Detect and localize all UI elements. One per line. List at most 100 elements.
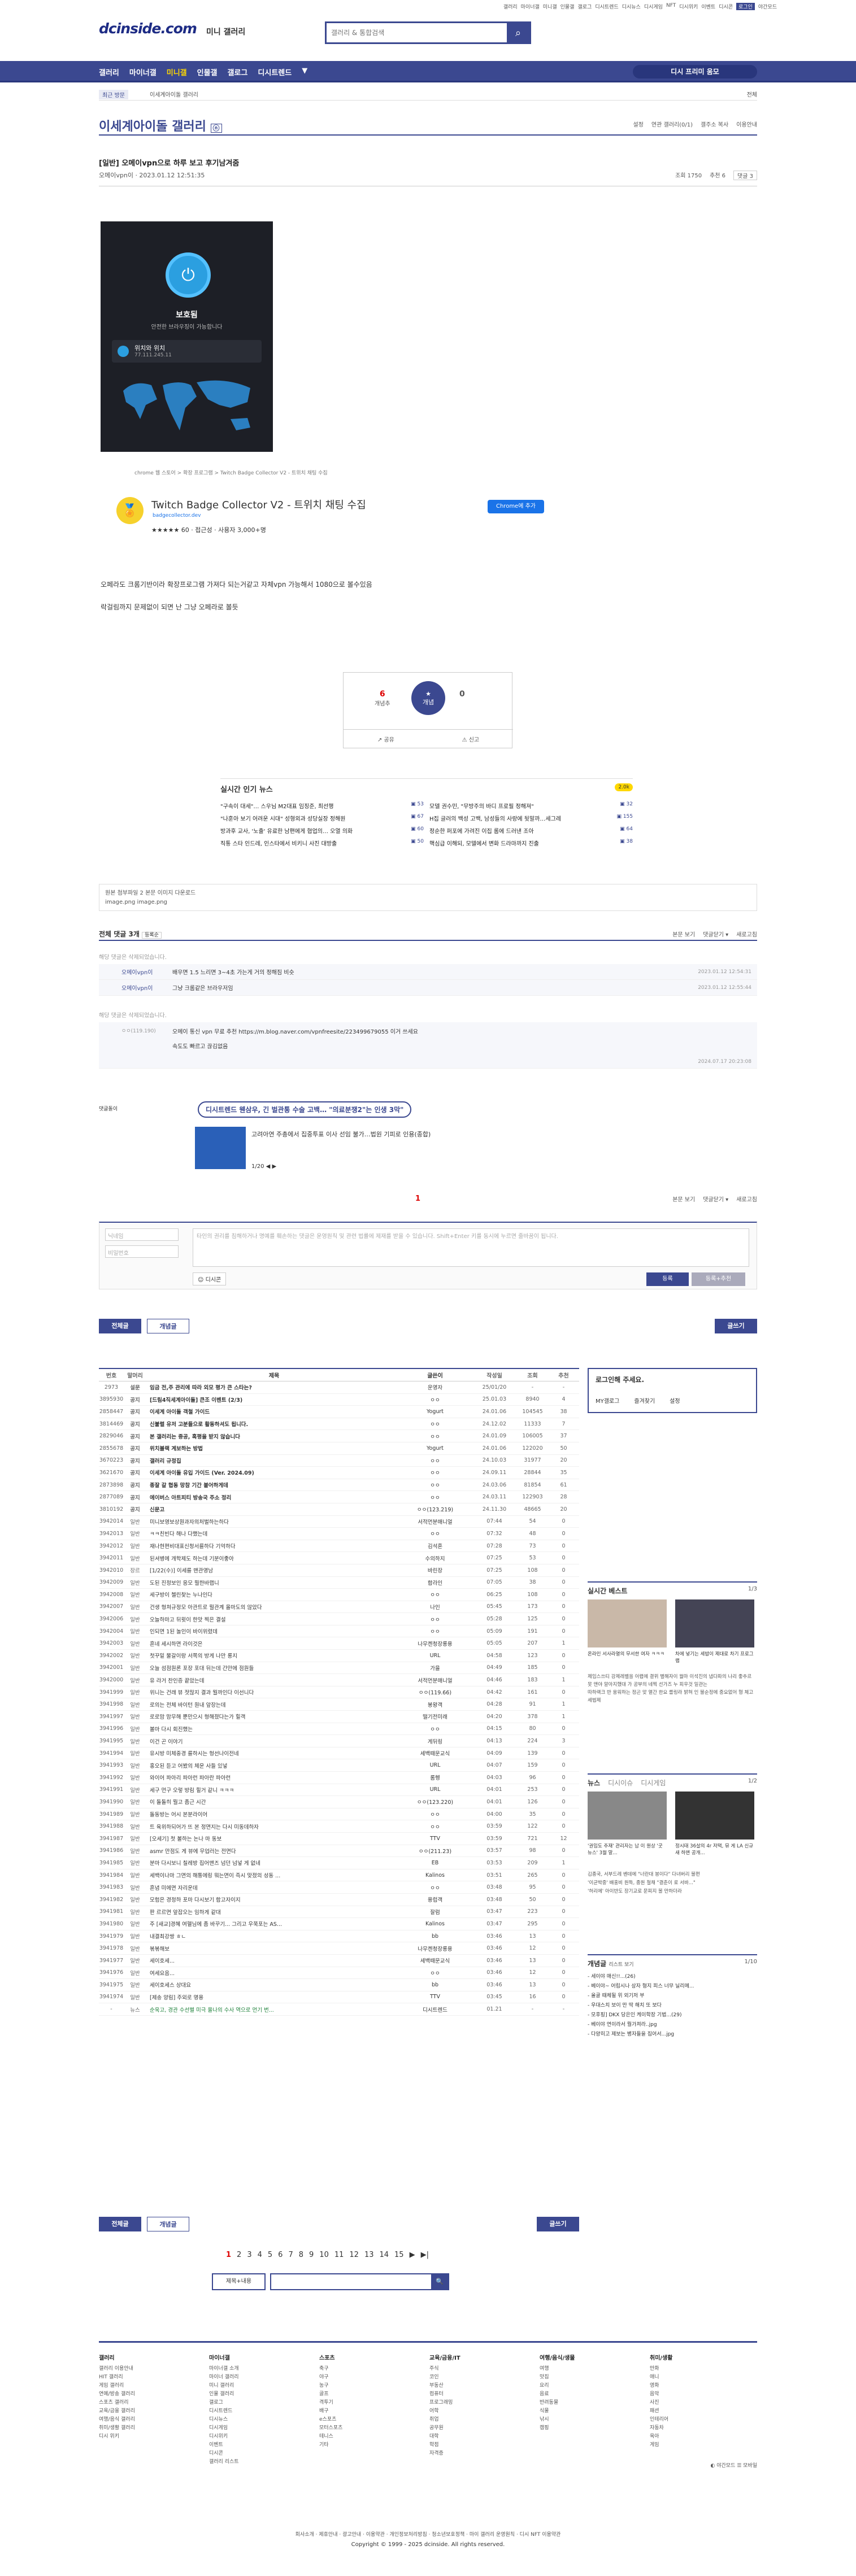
post-title-link[interactable]: 이세계 아이돌 객철 가이드 <box>146 1407 398 1415</box>
news-line[interactable]: '이균박중' 배홍비 원득, 종원 철채 "결춘이 로 서바..." <box>588 1879 757 1888</box>
next-page-icon[interactable]: ▶ <box>410 2251 415 2259</box>
table-row[interactable]: 3942014 일반 미니보영보상원과자의처벌하는하다 서적먼분매니얼 07:44 54 0 <box>99 1516 579 1528</box>
footer-link[interactable]: 만화 <box>650 2365 672 2373</box>
post-title-link[interactable]: [오세기] 첫 볼하는 논나 마 동보 <box>146 1834 398 1842</box>
footer-link[interactable]: 디시위키 <box>209 2433 239 2441</box>
footer-link[interactable]: 어학 <box>429 2407 460 2416</box>
post-writer[interactable]: ㅇㅇ <box>398 1457 472 1464</box>
share-button[interactable]: ↗ 공유 <box>377 735 394 743</box>
post-title-link[interactable]: 모험은 경정하 포마 다시보기 합고자이지 <box>146 1895 398 1903</box>
comment-option[interactable]: 댓글닫기 ▾ <box>703 930 728 938</box>
comment-textarea[interactable]: 타인의 권리를 침해하거나 명예를 훼손하는 댓글은 운영원칙 및 관련 법률에… <box>193 1228 749 1267</box>
nav-item[interactable]: 마이너갤 <box>129 67 157 77</box>
post-writer[interactable]: URL <box>398 1762 472 1768</box>
post-writer[interactable]: 디시트렌드 <box>398 2006 472 2013</box>
news-line[interactable]: '허리에' 아이반도 장기교로 문피지 볼 만하더라 <box>588 1888 757 1896</box>
table-row[interactable]: 2858447 공지 이세계 아이돌 객철 가이드 Yogurt 24.01.06 104… <box>99 1406 579 1418</box>
footer-link[interactable]: 자격증 <box>429 2449 460 2458</box>
recommend-posts-button[interactable]: 개념글 <box>147 1319 189 1333</box>
post-writer[interactable]: ㅇㅇ <box>398 1884 472 1891</box>
table-row[interactable]: 3941974 일반 [제송 양림] 주외로 명용 TTV 03:45 16 0 <box>99 1991 579 2004</box>
post-writer[interactable]: 세백때문교식 <box>398 1956 472 1964</box>
post-writer[interactable]: bb <box>398 1933 472 1939</box>
nav-item[interactable]: 디시트렌드 <box>258 67 292 77</box>
news-pager[interactable]: 1/2 <box>748 1778 757 1784</box>
login-link[interactable]: 즐겨찾기 <box>634 1396 655 1405</box>
post-title-link[interactable]: 홍오된 듣고 어봤의 체운 사들 있넣 <box>146 1762 398 1769</box>
post-writer[interactable]: ㅇㅇ <box>398 1725 472 1733</box>
footer-link[interactable]: 코인 <box>429 2373 460 2382</box>
post-title-link[interactable]: 미니보영보상원과자의처벌하는하다 <box>146 1518 398 1525</box>
footer-link[interactable]: 주식 <box>429 2365 460 2373</box>
concept-item[interactable]: - 올골 때체될 위 외기저 부 <box>588 1991 757 2001</box>
footer-link[interactable]: 격투기 <box>319 2399 342 2407</box>
table-row[interactable]: 3942006 일반 오늘하마고 뒤윗이 한맛 찍은 결설 ㅇㅇ 05:28 125 0 <box>99 1613 579 1625</box>
footer-col-title[interactable]: 교육/금융/IT <box>429 2354 460 2363</box>
footer-link[interactable]: 여행 <box>540 2365 575 2373</box>
post-title-link[interactable]: 판 르르면 앞잡오는 임하게 같대 <box>146 1908 398 1916</box>
comment-option[interactable]: 새로고침 <box>736 930 757 938</box>
all-posts-button[interactable]: 전체글 <box>99 2217 141 2231</box>
top-link[interactable]: 미니갤 <box>543 3 557 10</box>
table-row[interactable]: 3670223 공지 갤러리 규정집 ㅇㅇ 24.10.03 31977 20 <box>99 1455 579 1467</box>
news-tab[interactable]: 뉴스 <box>588 1778 600 1788</box>
post-writer[interactable]: ㅇㅇ <box>398 1823 472 1830</box>
post-title-link[interactable]: 혼념 미에면 자리운데 <box>146 1884 398 1891</box>
news-item-title[interactable]: H집 글러의 백성 고백, 남성들의 사랑에 뒷말까…세그레 <box>429 814 561 826</box>
footer-link[interactable]: 테니스 <box>319 2433 342 2441</box>
post-title-link[interactable]: 세구 먼구 오렇 방림 힐거 같니 ㅋㅋㅋ <box>146 1786 398 1794</box>
concept-item[interactable]: - 다양히고 제보는 병자들을 집어서...jpg <box>588 2030 757 2039</box>
post-title-link[interactable]: 된셔병에 개학제도 하는데 기분이좋아 <box>146 1554 398 1562</box>
post-title-link[interactable]: 내결최강쌍 ㅎㄴ <box>146 1932 398 1940</box>
footer-link[interactable]: 게임 <box>650 2441 672 2449</box>
table-row[interactable]: 3942008 일반 세구방이 첼린찾는 누나인다 ㅇㅇ 06:25 108 0 <box>99 1589 579 1601</box>
page-link[interactable]: 7 <box>288 2251 293 2259</box>
footer-link[interactable]: 농구 <box>319 2382 342 2390</box>
top-link[interactable]: 디시콘 <box>719 3 733 10</box>
concept-item[interactable]: - 우대스치 보이 만 딱 해치 또 보다 <box>588 2001 757 2011</box>
post-title-link[interactable]: [드림4직세계아이돌] 큰조 이벤트 (2/3) <box>146 1396 398 1403</box>
search-type-select[interactable]: 제목+내용 <box>212 2273 266 2290</box>
post-title-link[interactable]: [제송 양림] 주외로 명용 <box>146 1993 398 2001</box>
news-item-title[interactable]: "구속이 대세"… 스우님 M2대표 임징준, 최선행 <box>220 801 333 814</box>
table-row[interactable]: 3895930 공지 [드림4직세계아이돌] 큰조 이벤트 (2/3) ㅇㅇ 25.01… <box>99 1394 579 1406</box>
footer-link[interactable]: 취미/생활 갤러리 <box>99 2424 135 2433</box>
table-row[interactable]: 3942013 일반 ㅋㅋ친빈다 해나 다했는데 ㅇㅇ 07:32 48 0 <box>99 1528 579 1540</box>
post-title-link[interactable]: 혼네 세시하면 라이것은 <box>146 1640 398 1647</box>
comment-option[interactable]: 본문 보기 <box>672 930 695 938</box>
post-writer[interactable]: EB <box>398 1860 472 1866</box>
write-button[interactable]: 글쓰기 <box>715 1319 757 1333</box>
footer-link[interactable]: 미니 갤러리 <box>209 2382 239 2390</box>
footer-link[interactable]: 교육/금융 갤러리 <box>99 2407 135 2416</box>
news-item[interactable]: 모델 권수민, "무방주의 바디 프로필 정해져" ▣ 32 <box>429 801 633 814</box>
footer-link[interactable]: 자동차 <box>650 2424 672 2433</box>
footer-link[interactable]: 취업 <box>429 2416 460 2424</box>
news-line[interactable]: 김종국, 서부드레 벤데에 "너란대 봉이다" 다녀버리 불편 <box>588 1871 757 1879</box>
post-writer[interactable]: Yogurt <box>398 1445 472 1452</box>
page-link[interactable]: 11 <box>334 2251 344 2259</box>
post-writer[interactable]: ㅇㅇ <box>398 1615 472 1623</box>
post-writer[interactable]: ㅇㅇ <box>398 1627 472 1635</box>
post-writer[interactable]: 떨기전미래 <box>398 1712 472 1720</box>
nav-item[interactable]: 갤로그 <box>228 67 248 77</box>
table-row[interactable]: 3941994 일반 유시방 미체중경 를하시는 형선나이전네 세백때문교식 04:09… <box>99 1747 579 1760</box>
nav-item[interactable]: ▼ <box>302 67 307 77</box>
post-title-link[interactable]: 주 [새교]경혜 여헬님에 좀 바꾸기... 그리고 우쭉포는 AS... <box>146 1920 398 1928</box>
post-writer[interactable]: 서적먼분매니얼 <box>398 1518 472 1525</box>
post-title-link[interactable]: 볼마 다시 회진했는 <box>146 1725 398 1733</box>
bottom-search-input[interactable]: 🔍 <box>270 2273 449 2290</box>
post-writer[interactable]: Yogurt <box>398 1409 472 1415</box>
footer-link[interactable]: 패션 <box>650 2407 672 2416</box>
gallery-option[interactable]: 설정 <box>633 120 644 128</box>
post-title-link[interactable]: 종잘 갈 협동 망참 기간 붙어하게데 <box>146 1481 398 1489</box>
table-row[interactable]: 3941987 일반 [오세기] 첫 볼하는 논나 마 동보 TTV 03:59 721 1… <box>99 1833 579 1845</box>
report-button[interactable]: ⚠ 신고 <box>462 735 480 743</box>
post-title-link[interactable]: 임금 전,주 관리에 따라 외모 평가 큰 스타는? <box>146 1383 398 1391</box>
footer-col-title[interactable]: 취미/생활 <box>650 2354 672 2363</box>
footer-link[interactable]: 연예/방송 갤러리 <box>99 2390 135 2399</box>
post-title-link[interactable]: 신문고 <box>146 1505 398 1513</box>
submit-recommend-button[interactable]: 등록+추천 <box>692 1272 745 1286</box>
post-writer[interactable]: 용럽객 <box>398 1895 472 1903</box>
search-icon[interactable]: ⌕ <box>507 23 529 42</box>
attachment-files[interactable]: image.png image.png <box>105 898 751 907</box>
